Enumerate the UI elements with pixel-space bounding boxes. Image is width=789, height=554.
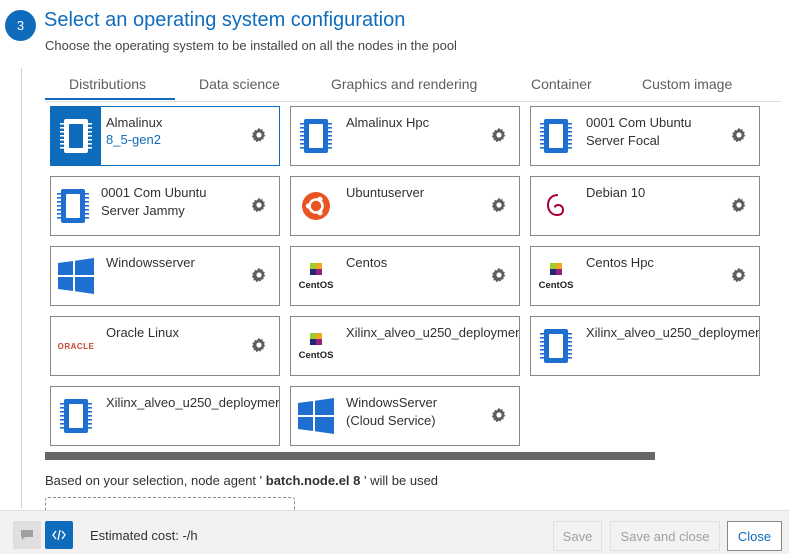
os-card-name: 0001 Com Ubuntu Server Focal <box>586 115 692 148</box>
os-card-6[interactable]: Debian 10 <box>530 176 760 236</box>
os-card-name: Centos <box>346 255 388 270</box>
node-agent-info: Based on your selection, node agent ' ba… <box>45 473 438 488</box>
gear-icon[interactable] <box>491 127 507 143</box>
save-and-close-button[interactable]: Save and close <box>610 521 720 551</box>
agent-prefix: Based on your selection, node agent ' <box>45 473 266 488</box>
step-connector-line <box>21 68 22 508</box>
gear-icon[interactable] <box>251 337 267 353</box>
comment-icon <box>21 530 33 540</box>
svg-text:CentOS: CentOS <box>299 280 334 291</box>
windows-icon <box>51 247 101 305</box>
chip-icon <box>291 107 341 165</box>
os-category-tabs: Distributions Data science Graphics and … <box>45 70 781 102</box>
tab-custom-image[interactable]: Custom image <box>642 76 732 92</box>
os-card-name: WindowsServer (Cloud Service) <box>346 395 438 428</box>
os-card-10[interactable]: ORACLE Oracle Linux <box>50 316 280 376</box>
step-number-badge: 3 <box>5 10 36 41</box>
os-card-name: Debian 10 <box>586 185 646 200</box>
os-card-name: Xilinx_alveo_u250_deployment_ <box>346 325 520 340</box>
os-card-9[interactable]: CentOS Centos Hpc <box>530 246 760 306</box>
windows-icon <box>291 387 341 445</box>
code-icon <box>52 529 66 541</box>
tab-container[interactable]: Container <box>531 76 592 92</box>
node-agent-sku: batch.node.el 8 <box>265 473 361 488</box>
chip-icon <box>51 107 101 165</box>
gear-icon[interactable] <box>731 197 747 213</box>
os-version-link[interactable]: 8_5-gen2 <box>106 132 161 147</box>
view-code-button[interactable] <box>45 521 73 549</box>
os-card-name: Almalinux <box>106 115 163 130</box>
close-button[interactable]: Close <box>727 521 782 551</box>
centos-icon: CentOS <box>291 317 341 375</box>
collapsed-section-outline <box>45 497 295 511</box>
svg-text:CentOS: CentOS <box>539 280 574 291</box>
gear-icon[interactable] <box>251 197 267 213</box>
chip-icon <box>51 177 95 235</box>
centos-icon: CentOS <box>531 247 581 305</box>
os-card-14[interactable]: WindowsServer (Cloud Service) <box>290 386 520 446</box>
chip-icon <box>51 387 101 445</box>
gear-icon[interactable] <box>731 267 747 283</box>
os-card-name: Xilinx_alveo_u250_deployment_ <box>106 395 280 410</box>
os-card-name: Almalinux Hpc <box>346 115 430 130</box>
os-card-name: 0001 Com Ubuntu Server Jammy <box>101 185 207 218</box>
os-card-name: Ubuntuserver <box>346 185 425 200</box>
comment-button[interactable] <box>13 521 41 549</box>
footer-bar: Estimated cost: -/h Save Save and close … <box>0 510 789 554</box>
agent-suffix: ' will be used <box>360 473 439 488</box>
os-card-5[interactable]: Ubuntuserver <box>290 176 520 236</box>
svg-text:CentOS: CentOS <box>299 350 334 361</box>
chip-icon <box>531 317 581 375</box>
gear-icon[interactable] <box>251 127 267 143</box>
svg-text:ORACLE: ORACLE <box>58 342 95 351</box>
os-card-7[interactable]: Windowsserver <box>50 246 280 306</box>
os-card-name: Centos Hpc <box>586 255 654 270</box>
chip-icon <box>531 107 581 165</box>
os-card-4[interactable]: 0001 Com Ubuntu Server Jammy <box>50 176 280 236</box>
os-card-13[interactable]: Xilinx_alveo_u250_deployment_ <box>50 386 280 446</box>
tab-data-science[interactable]: Data science <box>199 76 280 92</box>
debian-icon <box>531 177 581 235</box>
gear-icon[interactable] <box>491 407 507 423</box>
os-card-name: Xilinx_alveo_u250_deployment_vr <box>586 325 760 340</box>
gear-icon[interactable] <box>251 267 267 283</box>
estimated-cost: Estimated cost: -/h <box>90 528 198 543</box>
gear-icon[interactable] <box>731 127 747 143</box>
page-subtitle: Choose the operating system to be instal… <box>45 38 457 53</box>
page-title: Select an operating system configuration <box>44 9 406 31</box>
oracle-icon: ORACLE <box>51 317 101 375</box>
centos-icon: CentOS <box>291 247 341 305</box>
os-card-1[interactable]: Almalinux 8_5-gen2 <box>50 106 280 166</box>
save-button[interactable]: Save <box>553 521 602 551</box>
ubuntu-icon <box>291 177 341 235</box>
os-card-2[interactable]: Almalinux Hpc <box>290 106 520 166</box>
os-card-11[interactable]: CentOS Xilinx_alveo_u250_deployment_ <box>290 316 520 376</box>
tab-distributions[interactable]: Distributions <box>69 76 146 92</box>
os-card-12[interactable]: Xilinx_alveo_u250_deployment_vr <box>530 316 760 376</box>
active-tab-indicator <box>45 98 175 100</box>
os-card-3[interactable]: 0001 Com Ubuntu Server Focal <box>530 106 760 166</box>
os-card-name: Windowsserver <box>106 255 195 270</box>
os-image-grid: Almalinux 8_5-gen2 Almalinux Hpc 0001 Com U… <box>45 104 789 452</box>
gear-icon[interactable] <box>491 267 507 283</box>
horizontal-scrollbar[interactable] <box>45 452 655 460</box>
os-card-8[interactable]: CentOS Centos <box>290 246 520 306</box>
tab-graphics-and-rendering[interactable]: Graphics and rendering <box>331 76 477 92</box>
gear-icon[interactable] <box>491 197 507 213</box>
os-card-name: Oracle Linux <box>106 325 179 340</box>
